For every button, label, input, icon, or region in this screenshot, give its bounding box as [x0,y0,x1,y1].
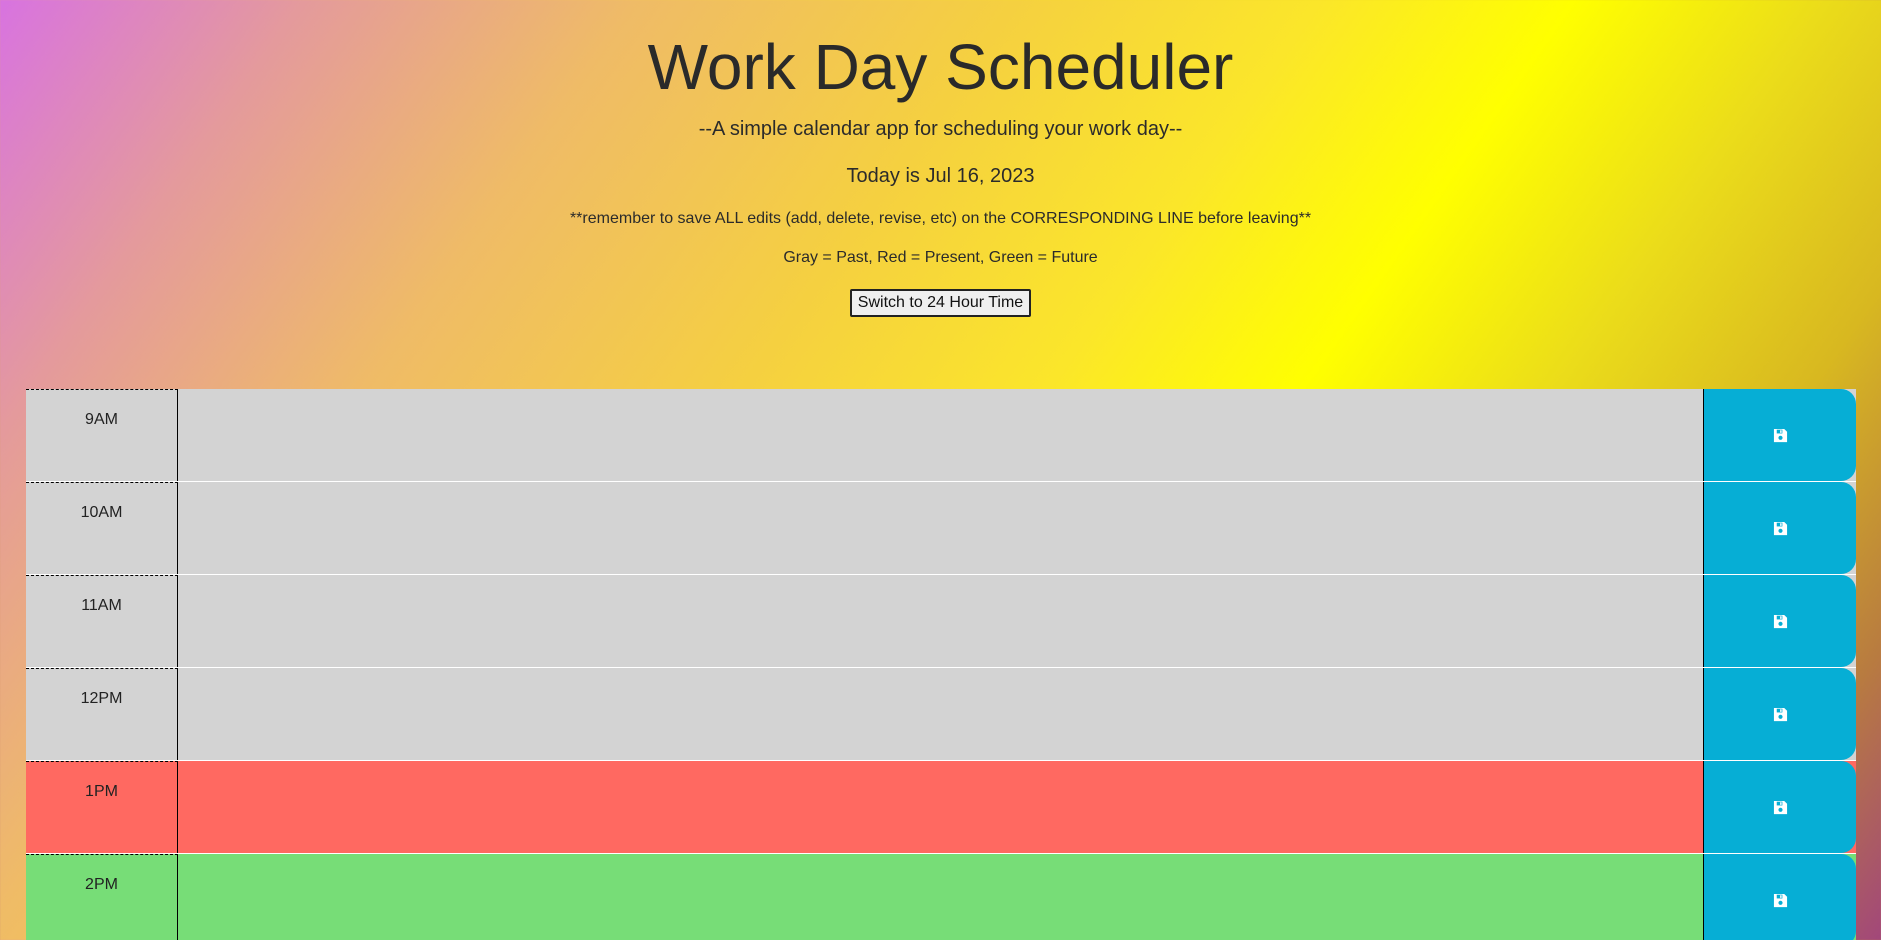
floppy-disk-icon [1773,707,1788,722]
current-date: Today is Jul 16, 2023 [846,165,1035,187]
event-description-input[interactable] [178,761,1704,853]
event-description-input[interactable] [178,575,1704,667]
hour-label: 10AM [26,482,178,574]
time-block-1pm: 1PM [26,761,1856,854]
floppy-disk-icon [1773,521,1788,536]
hour-label: 9AM [26,389,178,481]
event-description-input[interactable] [178,482,1704,574]
save-button[interactable] [1704,761,1856,853]
save-button[interactable] [1704,575,1856,667]
event-description-input[interactable] [178,668,1704,760]
page-title: Work Day Scheduler [647,31,1234,103]
hour-label: 1PM [26,761,178,853]
time-block-10am: 10AM [26,482,1856,575]
hour-label: 2PM [26,854,178,940]
switch-24-hour-button[interactable]: Switch to 24 Hour Time [849,289,1032,317]
time-block-9am: 9AM [26,389,1856,482]
event-description-input[interactable] [178,389,1704,481]
color-legend: Gray = Past, Red = Present, Green = Futu… [783,249,1098,266]
hour-label: 11AM [26,575,178,667]
floppy-disk-icon [1773,893,1788,908]
time-block-11am: 11AM [26,575,1856,668]
schedule: 9AM 10AM 11AM 12PM 1PM 2PM [26,389,1856,940]
toggle-wrap: Switch to 24 Hour Time [0,289,1881,317]
floppy-disk-icon [1773,800,1788,815]
time-block-12pm: 12PM [26,668,1856,761]
floppy-disk-icon [1773,428,1788,443]
save-button[interactable] [1704,389,1856,481]
save-button[interactable] [1704,668,1856,760]
save-button[interactable] [1704,482,1856,574]
event-description-input[interactable] [178,854,1704,940]
page-subtitle: --A simple calendar app for scheduling y… [698,118,1183,140]
save-reminder: **remember to save ALL edits (add, delet… [569,210,1312,227]
hour-label: 12PM [26,668,178,760]
time-block-2pm: 2PM [26,854,1856,940]
floppy-disk-icon [1773,614,1788,629]
save-button[interactable] [1704,854,1856,940]
